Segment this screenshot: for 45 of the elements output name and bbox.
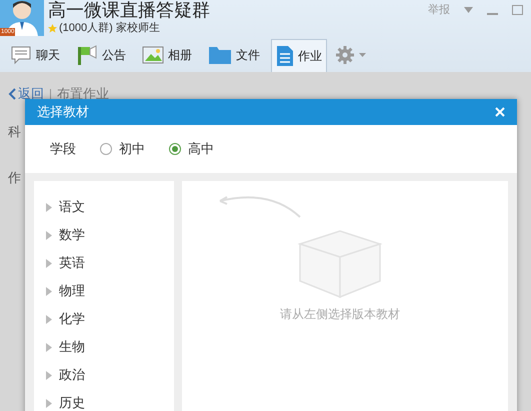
- subject-item[interactable]: 生物: [46, 333, 174, 361]
- dropdown-caret-icon[interactable]: [359, 53, 366, 57]
- stage-label: 学段: [50, 140, 76, 158]
- empty-message: 请从左侧选择版本教材: [280, 306, 400, 323]
- back-link[interactable]: 返回: [8, 84, 44, 104]
- subject-item[interactable]: 数学: [46, 221, 174, 249]
- dialog-title: 选择教材: [37, 103, 89, 122]
- expand-triangle-icon: [46, 398, 52, 408]
- folder-icon: [208, 45, 232, 65]
- settings-icon[interactable]: [335, 45, 355, 65]
- picture-icon: [142, 45, 164, 65]
- window-title: 高一微课直播答疑群: [48, 0, 210, 20]
- dropdown-caret-icon[interactable]: [464, 7, 473, 14]
- expand-triangle-icon: [46, 202, 52, 212]
- expand-triangle-icon: [46, 370, 52, 380]
- chevron-left-icon: [8, 88, 16, 100]
- toolbar-tab[interactable]: 公告: [71, 38, 131, 72]
- subject-item[interactable]: 物理: [46, 277, 174, 305]
- group-subtitle: (1000人群) 家校师生: [59, 22, 160, 35]
- toolbar-tab[interactable]: 文件: [203, 38, 265, 72]
- subject-item[interactable]: 政治: [46, 361, 174, 389]
- document-icon: [276, 44, 294, 66]
- toolbar-tab[interactable]: 作业: [271, 38, 327, 72]
- form-label: 科: [8, 123, 22, 141]
- page-heading: 布置作业: [57, 85, 109, 104]
- minimize-icon[interactable]: [487, 12, 498, 16]
- stage-radio[interactable]: 高中: [169, 139, 214, 159]
- form-label: 作: [8, 168, 22, 186]
- chat-bubble-icon: [10, 45, 32, 65]
- expand-triangle-icon: [46, 286, 52, 296]
- expand-triangle-icon: [46, 230, 52, 240]
- toolbar-tab[interactable]: 相册: [137, 38, 197, 72]
- expand-triangle-icon: [46, 258, 52, 268]
- maximize-icon[interactable]: [512, 5, 523, 16]
- expand-triangle-icon: [46, 342, 52, 352]
- subject-item[interactable]: 英语: [46, 249, 174, 277]
- expand-triangle-icon: [46, 314, 52, 324]
- star-icon: [48, 24, 57, 33]
- toolbar-tab[interactable]: 聊天: [5, 38, 65, 72]
- flag-icon: [76, 44, 98, 66]
- stage-radio[interactable]: 初中: [100, 139, 145, 159]
- subject-item[interactable]: 语文: [46, 193, 174, 221]
- subject-item[interactable]: 历史: [46, 389, 174, 411]
- subject-item[interactable]: 化学: [46, 305, 174, 333]
- close-icon[interactable]: [495, 107, 505, 117]
